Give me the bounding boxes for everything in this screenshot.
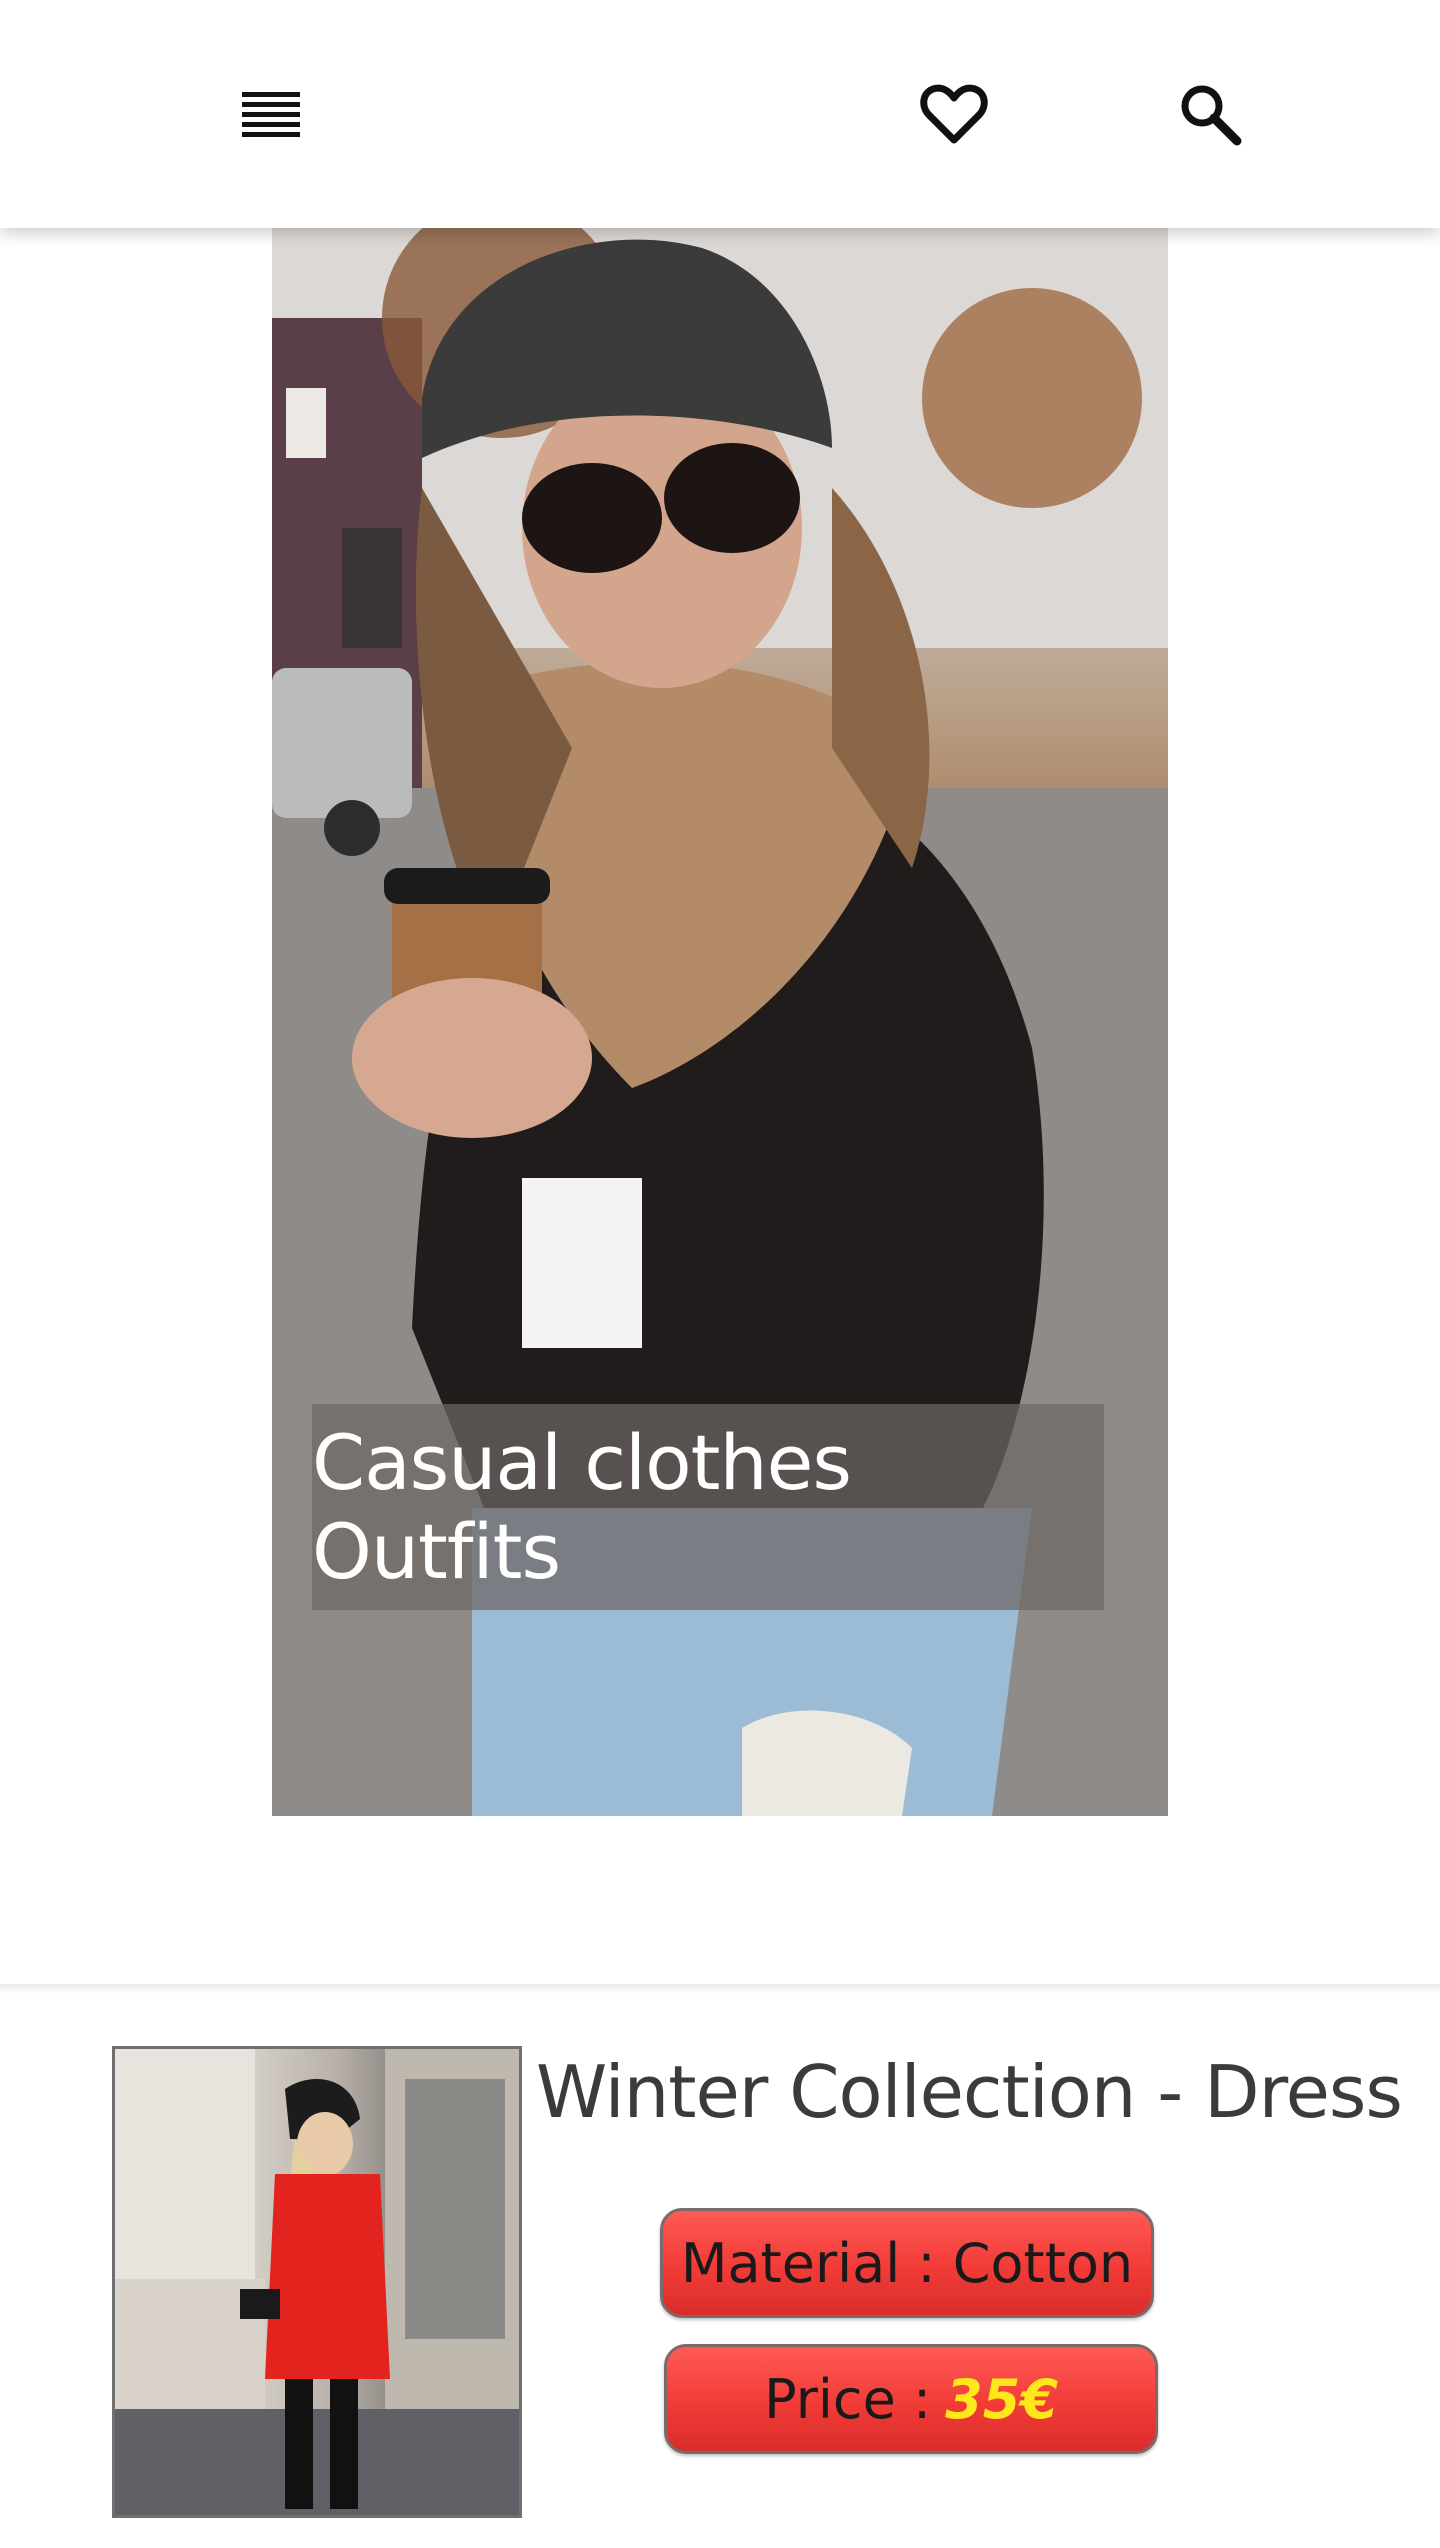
menu-icon [242,92,300,137]
product-photo [115,2049,519,2515]
heart-icon [920,84,988,144]
material-label: Material : Cotton [680,2231,1134,2295]
favorites-button[interactable] [910,72,998,156]
hero-caption-text: Casual clothes Outfits [312,1418,852,1596]
product-card[interactable]: Winter Collection - Dress Material : Cot… [0,1988,1440,2548]
search-icon [1181,85,1242,146]
menu-button[interactable] [226,78,318,150]
price-badge: Price : 35€ [664,2344,1158,2454]
product-image[interactable] [112,2046,522,2518]
search-button[interactable] [1164,72,1256,156]
hero-caption: Casual clothes Outfits [312,1404,1104,1610]
product-title: Winter Collection - Dress [536,2050,1403,2134]
hero-banner[interactable]: Casual clothes Outfits [272,228,1168,1816]
top-app-bar [0,0,1440,228]
price-value: 35€ [945,2367,1058,2431]
price-label: Price : [764,2367,932,2431]
material-badge: Material : Cotton [660,2208,1154,2318]
